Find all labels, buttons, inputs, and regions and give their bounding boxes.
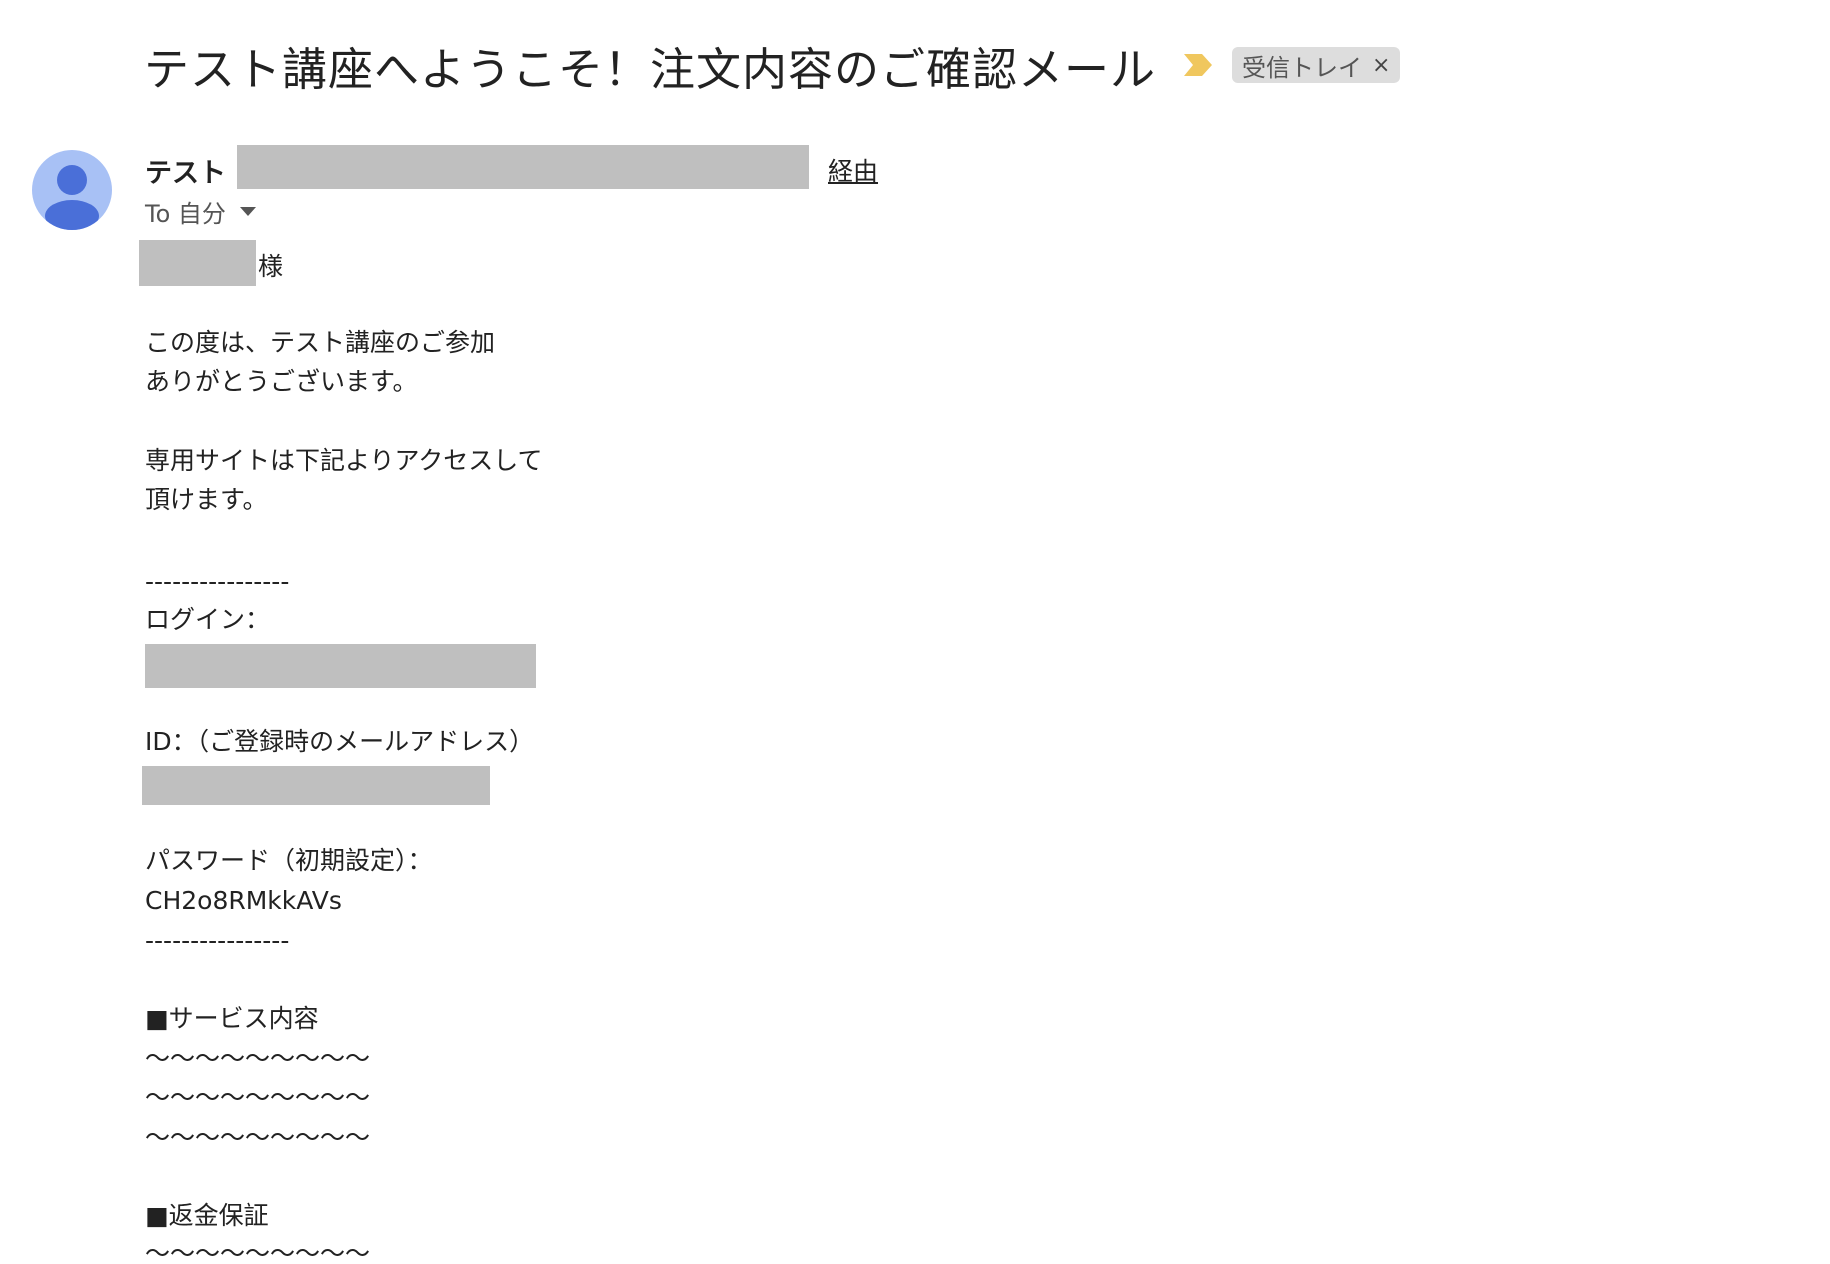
redacted-sender-email — [237, 145, 809, 189]
divider-bottom: ---------------- — [145, 926, 290, 955]
salutation-suffix: 様 — [258, 252, 284, 281]
via-link[interactable]: 経由 — [828, 152, 878, 188]
refund-heading: ■返金保証 — [145, 1201, 269, 1230]
password-value: CH2o8RMkkAVs — [145, 886, 342, 915]
importance-marker-icon[interactable] — [1184, 54, 1213, 76]
email-view: テスト講座へようこそ！注文内容のご確認メール 受信トレイ × テスト 経由 To… — [0, 0, 1830, 1264]
login-label: ログイン： — [145, 605, 271, 634]
chevron-down-icon — [239, 207, 256, 216]
sender-avatar[interactable] — [32, 150, 112, 230]
wave-line-3: 〜〜〜〜〜〜〜〜〜 — [145, 1123, 371, 1152]
service-heading: ■サービス内容 — [145, 1004, 319, 1033]
recipient-text: To 自分 — [145, 200, 226, 228]
id-label: ID：（ご登録時のメールアドレス） — [145, 727, 535, 756]
label-chip-inbox: 受信トレイ × — [1232, 47, 1401, 83]
wave-line-2: 〜〜〜〜〜〜〜〜〜 — [145, 1083, 371, 1112]
access-line-1: 専用サイトは下記よりアクセスして — [145, 446, 543, 475]
label-chip-text: 受信トレイ — [1242, 53, 1363, 82]
sender-name[interactable]: テスト — [145, 151, 226, 190]
intro-line-2: ありがとうございます。 — [145, 367, 418, 396]
access-paragraph: 専用サイトは下記よりアクセスして 頂けます。 — [145, 441, 543, 519]
wave-line-1: 〜〜〜〜〜〜〜〜〜 — [145, 1044, 371, 1073]
person-icon — [45, 165, 99, 230]
intro-line-1: この度は、テスト講座のご参加 — [145, 328, 496, 357]
email-subject: テスト講座へようこそ！注文内容のご確認メール — [144, 42, 1157, 96]
divider-top: ---------------- — [145, 567, 290, 596]
wave-line-4: 〜〜〜〜〜〜〜〜〜 — [145, 1239, 371, 1264]
intro-paragraph: この度は、テスト講座のご参加 ありがとうございます。 — [145, 323, 495, 401]
redacted-login-url — [145, 644, 536, 688]
remove-label-button[interactable]: × — [1372, 53, 1390, 78]
recipient-dropdown[interactable]: To 自分 — [145, 194, 256, 229]
subject-row: テスト講座へようこそ！注文内容のご確認メール 受信トレイ × — [144, 30, 1401, 100]
password-label: パスワード（初期設定）： — [145, 846, 433, 875]
redacted-recipient-name — [139, 240, 256, 286]
sender-line: テスト — [145, 148, 226, 192]
access-line-2: 頂けます。 — [145, 485, 268, 514]
redacted-id-value — [142, 766, 490, 805]
